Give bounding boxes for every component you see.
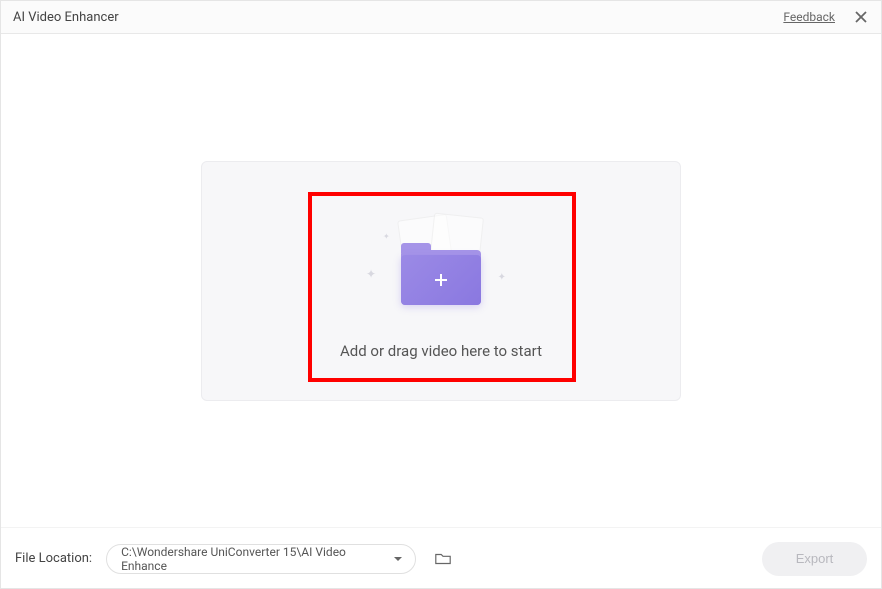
- browse-folder-button[interactable]: [432, 548, 454, 570]
- folder-illustration: ✦ ✦ ✦: [371, 212, 511, 312]
- app-title: AI Video Enhancer: [13, 10, 783, 25]
- file-location-label: File Location:: [15, 551, 92, 566]
- file-location-path: C:\Wondershare UniConverter 15\AI Video …: [121, 545, 385, 573]
- chevron-down-icon: [393, 554, 403, 564]
- video-drop-zone[interactable]: ✦ ✦ ✦ Add or drag video here to start: [201, 161, 681, 401]
- plus-icon: [434, 273, 448, 287]
- close-button[interactable]: [853, 9, 869, 25]
- sparkle-icon: ✦: [366, 267, 376, 281]
- drop-zone-text: Add or drag video here to start: [340, 342, 542, 360]
- main-area: ✦ ✦ ✦ Add or drag video here to start: [1, 34, 881, 527]
- footer-bar: File Location: C:\Wondershare UniConvert…: [1, 527, 881, 589]
- sparkle-icon: ✦: [498, 272, 506, 283]
- sparkle-icon: ✦: [383, 232, 390, 241]
- file-location-select[interactable]: C:\Wondershare UniConverter 15\AI Video …: [106, 544, 416, 574]
- folder-icon: [401, 247, 481, 305]
- folder-open-icon: [434, 550, 452, 568]
- export-button[interactable]: Export: [762, 542, 867, 576]
- close-icon: [853, 9, 869, 25]
- title-bar: AI Video Enhancer Feedback: [1, 1, 881, 34]
- feedback-link[interactable]: Feedback: [783, 10, 835, 24]
